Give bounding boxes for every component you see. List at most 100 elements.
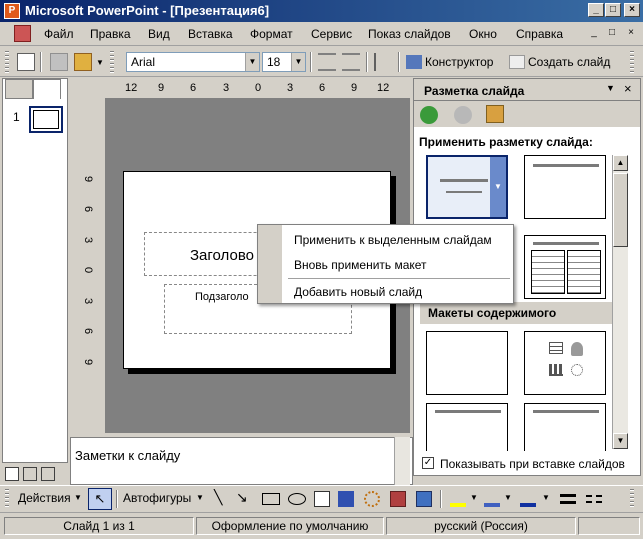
scroll-up-icon[interactable]: ▲ [613,155,628,171]
autoshapes-menu[interactable]: Автофигуры [123,491,191,505]
menu-edit[interactable]: Правка [90,27,131,41]
slide-sorter-icon[interactable] [23,467,37,481]
menu-file[interactable]: Файл [44,27,74,41]
paste-icon[interactable] [74,53,92,71]
document-icon[interactable] [14,25,31,42]
slides-panel: 1 [2,78,68,463]
new-slide-button[interactable]: Создать слайд [528,55,610,69]
layout-content[interactable] [524,331,606,395]
menu-insert[interactable]: Вставка [188,27,233,41]
designer-button[interactable]: Конструктор [425,55,493,69]
chart-icon [549,364,563,376]
chevron-down-icon: ▼ [245,53,259,71]
font-size-select[interactable]: 18 ▼ [262,52,306,72]
arrow-icon[interactable]: ↘ [236,489,248,506]
new-document-icon[interactable] [17,53,35,71]
ruler-tick: 6 [319,82,326,94]
apply-layout-heading: Применить разметку слайда: [419,135,593,149]
menu-view[interactable]: Вид [148,27,170,41]
task-pane-scrollbar[interactable]: ▲ ▼ [612,155,628,449]
toolbar-grip[interactable] [5,51,9,73]
menu-format[interactable]: Формат [250,27,293,41]
reapply-layout-item[interactable]: Вновь применить макет [294,258,427,272]
powerpoint-app-icon[interactable]: P [4,3,20,19]
chevron-down-icon: ▼ [74,493,82,502]
layout-title-only[interactable] [524,155,606,219]
add-new-slide-item[interactable]: Добавить новый слайд [294,285,422,299]
oval-icon[interactable] [288,493,306,505]
close-button[interactable]: × [624,3,640,17]
actions-menu[interactable]: Действия [18,491,71,505]
horizontal-ruler: 12 9 6 3 0 3 6 9 12 [121,82,391,96]
wordart-icon[interactable] [338,491,354,507]
clipart-icon[interactable] [390,491,406,507]
scroll-down-icon[interactable]: ▼ [613,433,628,449]
toolbar-grip[interactable] [110,51,114,73]
layout-title-slide[interactable]: ▼ [426,155,508,219]
toolbar-separator [116,490,118,508]
vertical-ruler: 9 6 3 0 3 6 9 [82,168,94,368]
select-pointer-icon[interactable]: ↖ [88,488,112,510]
menu-help[interactable]: Справка [516,27,563,41]
toolbar-options-grip[interactable] [630,51,634,73]
maximize-button[interactable]: □ [605,3,621,17]
layout-two-column-text[interactable] [524,235,606,299]
font-name-value: Arial [131,55,156,69]
diagram-icon[interactable] [364,491,380,507]
ruler-tick: 0 [255,82,262,94]
font-color-icon[interactable] [520,491,536,507]
ruler-tick: 3 [82,297,94,305]
ruler-tick: 6 [82,205,94,213]
content-layouts-heading: Макеты содержимого [428,306,557,320]
numbered-list-icon[interactable] [318,53,336,71]
layout-title-two-content[interactable] [524,403,606,451]
ruler-tick: 0 [82,266,94,274]
picture-icon[interactable] [416,491,432,507]
doc-close-icon[interactable]: × [624,27,638,39]
line-icon[interactable]: ╲ [214,489,222,506]
back-icon[interactable] [420,106,438,124]
line-style-icon[interactable] [560,494,576,504]
menu-slideshow[interactable]: Показ слайдов [368,27,451,41]
layout-dropdown-icon[interactable]: ▼ [490,157,506,217]
layout-title-content[interactable] [426,403,508,451]
notes-placeholder: Заметки к слайду [75,448,181,463]
normal-view-icon[interactable] [5,467,19,481]
toolbar-options-grip[interactable] [630,489,634,509]
scroll-thumb[interactable] [613,173,628,247]
view-buttons [3,465,68,485]
line-color-icon[interactable] [484,491,500,507]
show-on-insert-checkbox[interactable]: ✓ [422,457,434,469]
menu-window[interactable]: Окно [469,27,497,41]
fill-color-icon[interactable] [450,491,466,507]
doc-minimize-icon[interactable]: _ [587,27,601,39]
bulleted-list-icon[interactable] [342,53,360,71]
title-placeholder-text: Заголово [190,247,254,264]
minimize-button[interactable]: _ [588,3,604,17]
doc-restore-icon[interactable]: □ [605,27,619,39]
indent-icon[interactable] [374,53,392,71]
paste-dropdown-icon[interactable]: ▼ [96,58,104,67]
toolbar-grip[interactable] [5,489,9,509]
textbox-icon[interactable] [314,491,330,507]
slide-thumbnail[interactable] [29,106,63,133]
slideshow-icon[interactable] [41,467,55,481]
dash-style-icon[interactable] [586,495,602,503]
rectangle-icon[interactable] [262,493,280,505]
tab-slides[interactable] [33,79,61,99]
tab-outline[interactable] [5,79,33,99]
home-icon[interactable] [486,105,504,123]
menu-tools[interactable]: Сервис [311,27,352,41]
layout-blank[interactable] [426,331,508,395]
task-pane-close-icon[interactable]: × [624,81,632,96]
notes-scrollbar[interactable] [394,437,410,485]
ruler-tick: 6 [82,327,94,335]
notes-pane[interactable]: Заметки к слайду [70,437,413,485]
copy-icon[interactable] [50,53,68,71]
forward-icon[interactable] [454,106,472,124]
title-bar: P Microsoft PowerPoint - [Презентация6] … [0,0,643,22]
font-name-select[interactable]: Arial ▼ [126,52,260,72]
apply-to-selected-slides-item[interactable]: Применить к выделенным слайдам [294,233,492,247]
task-pane-dropdown-icon[interactable]: ▼ [606,83,615,93]
menu-separator [288,278,510,279]
